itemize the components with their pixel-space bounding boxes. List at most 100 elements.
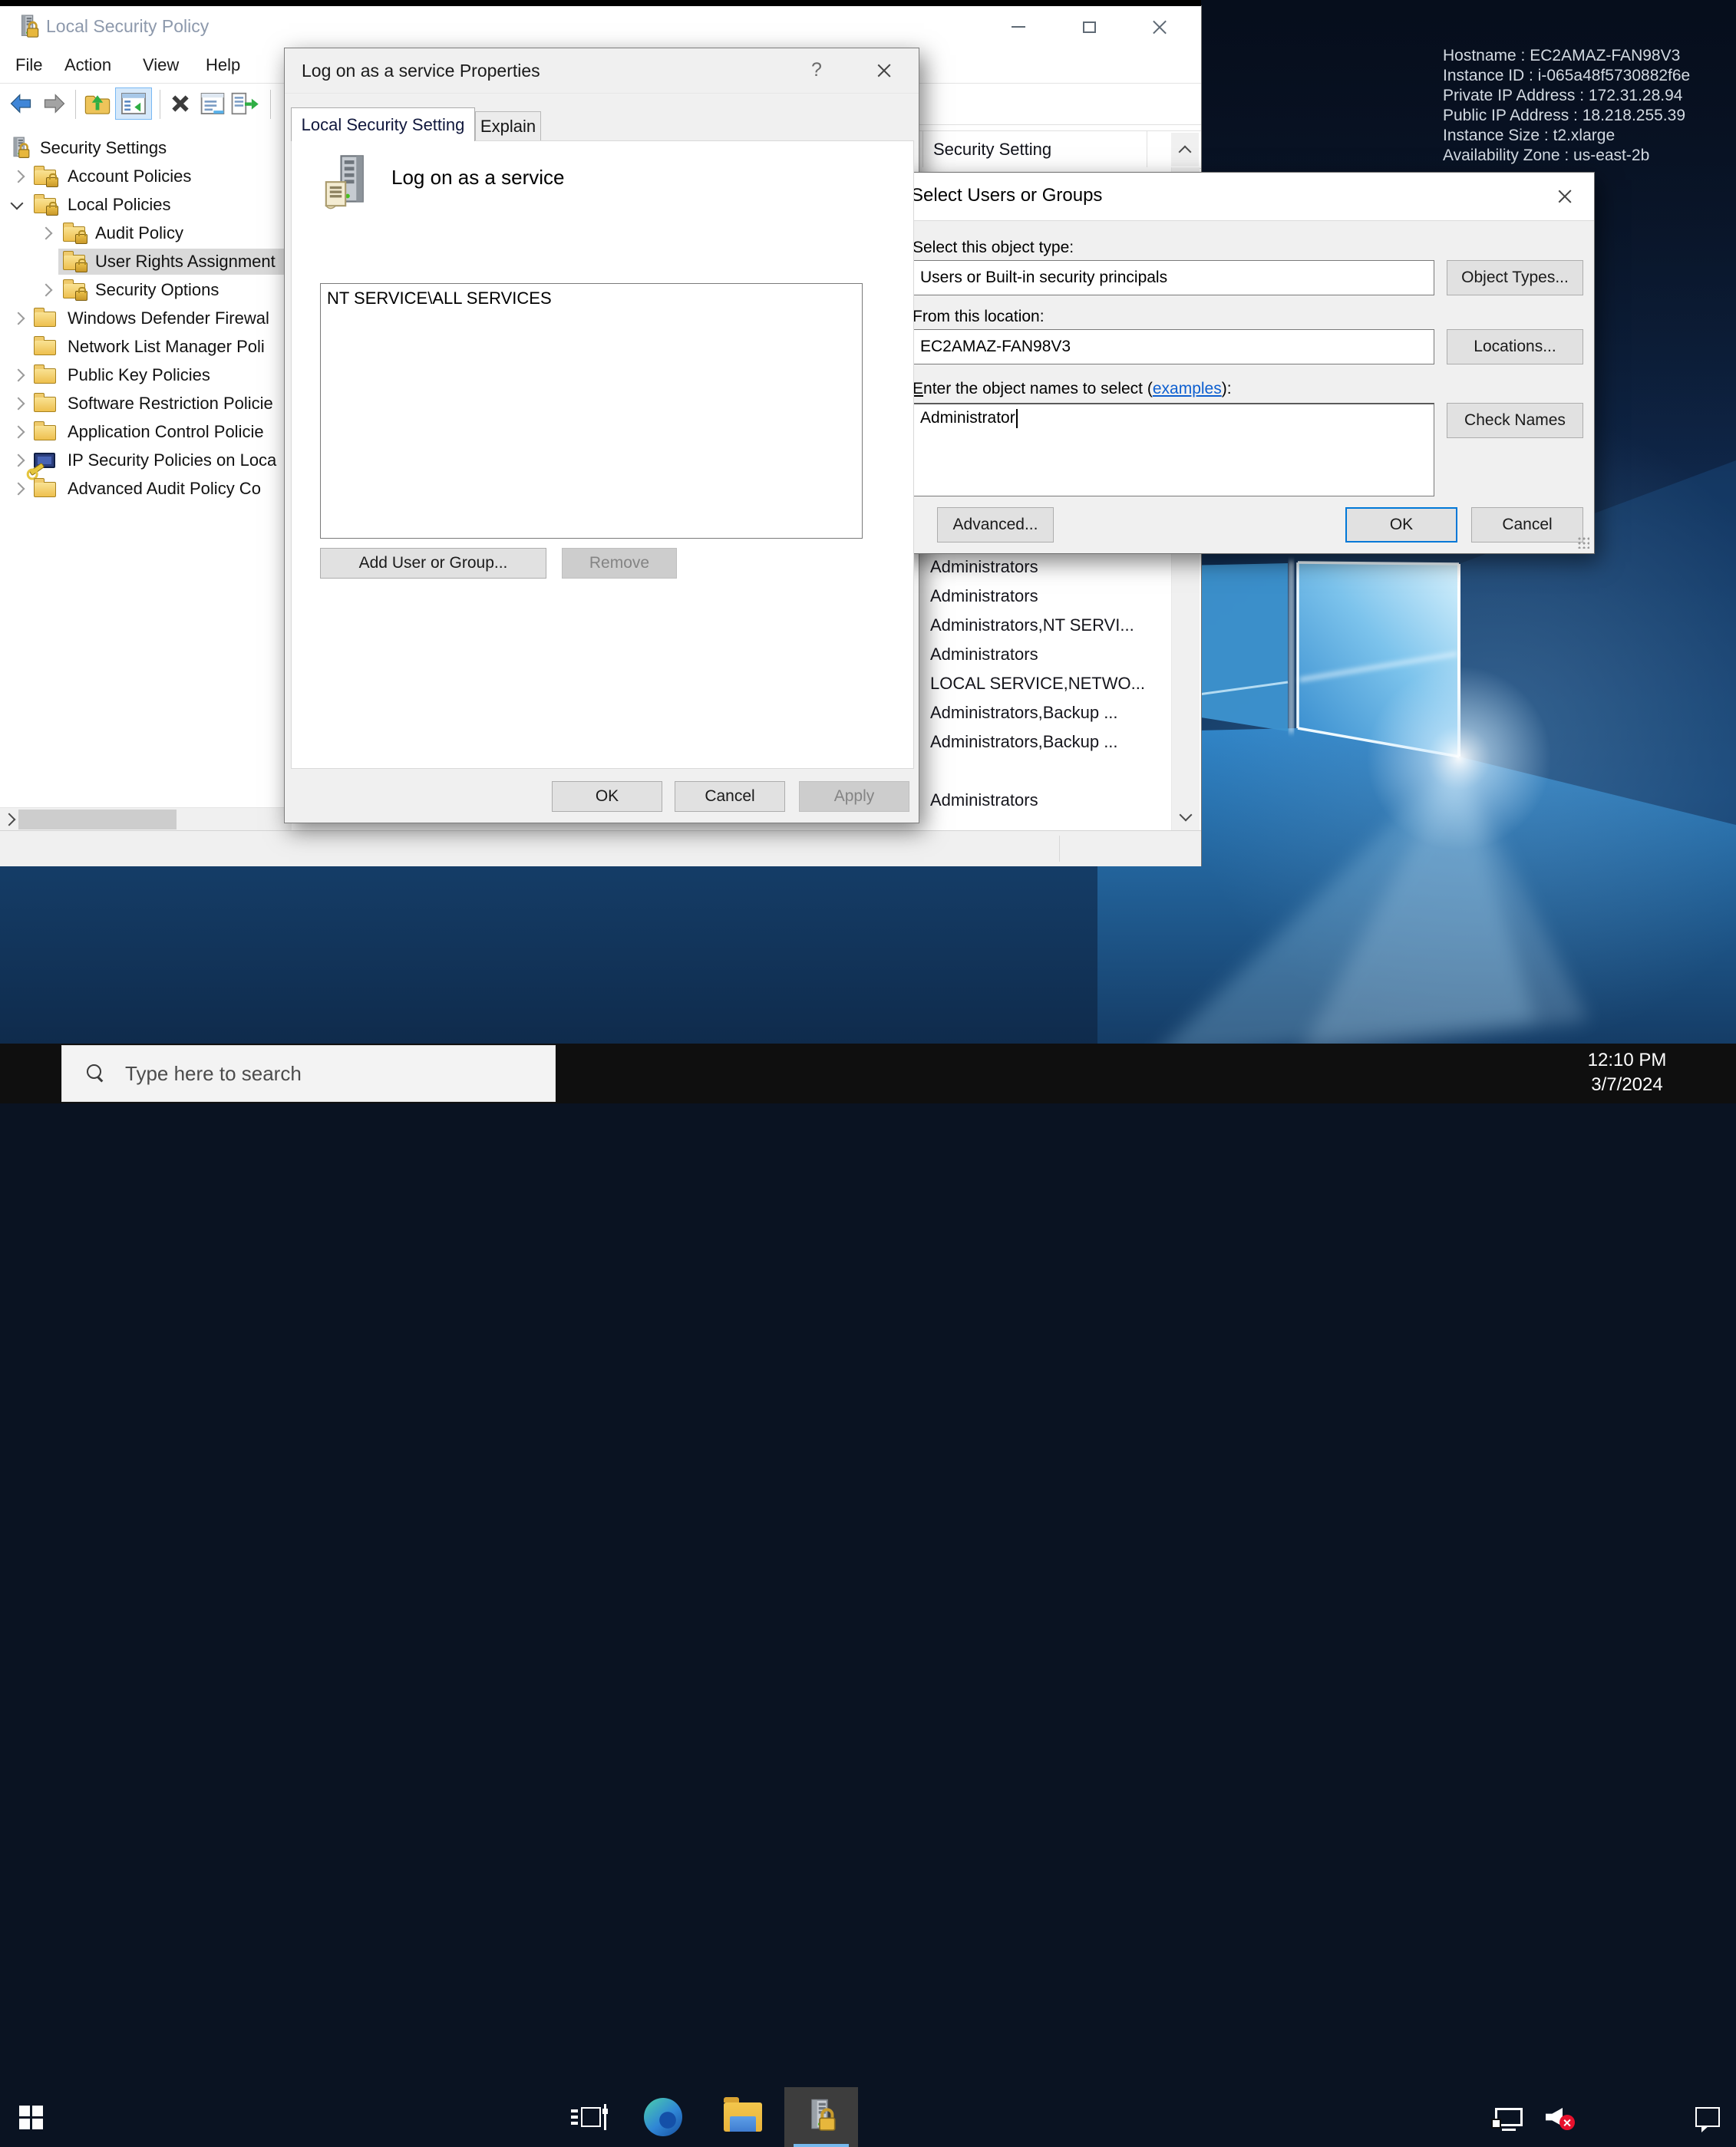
- folder-lock-icon: [63, 283, 85, 298]
- tree-item-software-restriction[interactable]: Software Restriction Policie: [0, 391, 292, 418]
- check-names-button[interactable]: Check Names: [1447, 403, 1583, 438]
- members-listbox[interactable]: NT SERVICE\ALL SERVICES: [320, 283, 863, 539]
- properties-icon: [200, 91, 226, 116]
- locations-button[interactable]: Locations...: [1447, 329, 1583, 364]
- menu-help[interactable]: Help: [201, 48, 245, 83]
- title-bar[interactable]: Local Security Policy: [0, 6, 1201, 48]
- app-icon: [17, 15, 40, 41]
- add-user-or-group-button[interactable]: Add User or Group...: [320, 548, 546, 579]
- list-item[interactable]: LOCAL SERVICE,NETWO...: [930, 674, 1145, 694]
- tab-local-security-setting[interactable]: Local Security Setting: [291, 107, 475, 141]
- start-button[interactable]: [6, 2087, 55, 2147]
- tree-item-security-options[interactable]: Security Options: [0, 277, 292, 305]
- tree-item-network-list-manager[interactable]: Network List Manager Poli: [0, 334, 292, 361]
- list-item[interactable]: Administrators: [930, 645, 1038, 665]
- chevron-right-icon[interactable]: [12, 426, 25, 439]
- object-types-button[interactable]: Object Types...: [1447, 260, 1583, 295]
- tree-horizontal-scrollbar[interactable]: [0, 807, 292, 831]
- maximize-button[interactable]: [1065, 6, 1113, 48]
- ok-button[interactable]: OK: [1345, 507, 1457, 543]
- taskbar-clock[interactable]: 12:10 PM 3/7/2024: [1583, 1048, 1672, 1099]
- advanced-button[interactable]: Advanced...: [937, 507, 1054, 543]
- taskbar-search[interactable]: Type here to search: [61, 1045, 556, 1102]
- task-view-button[interactable]: [562, 2087, 616, 2147]
- scrollbar-thumb[interactable]: [18, 810, 177, 829]
- tree-item-application-control[interactable]: Application Control Policie: [0, 419, 292, 447]
- list-item[interactable]: Administrators: [930, 586, 1038, 606]
- ok-button[interactable]: OK: [552, 781, 662, 812]
- minimize-button[interactable]: [995, 6, 1042, 48]
- tree-item-local-policies[interactable]: Local Policies: [0, 192, 292, 219]
- tree-item-audit-policy[interactable]: Audit Policy: [0, 220, 292, 248]
- menu-view[interactable]: View: [138, 48, 183, 83]
- tree-item-account-policies[interactable]: Account Policies: [0, 163, 292, 191]
- top-edge: [0, 0, 1201, 6]
- close-button[interactable]: [873, 59, 896, 82]
- cancel-button[interactable]: Cancel: [675, 781, 785, 812]
- tree-item-security-settings[interactable]: Security Settings: [0, 135, 292, 163]
- menu-file[interactable]: File: [11, 48, 47, 83]
- chevron-right-icon[interactable]: [12, 397, 25, 411]
- member-item[interactable]: NT SERVICE\ALL SERVICES: [327, 289, 552, 308]
- remove-button[interactable]: Remove: [562, 548, 677, 579]
- action-center-button[interactable]: [1685, 2087, 1730, 2147]
- examples-link[interactable]: examples: [1153, 380, 1222, 397]
- properties-button[interactable]: [198, 90, 227, 117]
- object-type-field[interactable]: Users or Built-in security principals: [913, 260, 1434, 295]
- scroll-down-button[interactable]: [1172, 803, 1200, 830]
- dialog-title-bar[interactable]: Log on as a service Properties ?: [285, 48, 919, 94]
- chevron-down-icon[interactable]: [11, 197, 24, 210]
- tree-item-windows-defender-firewall[interactable]: Windows Defender Firewal: [0, 305, 292, 333]
- instance-info-line: Instance Size : t2.xlarge: [1443, 126, 1690, 146]
- export-list-up-button[interactable]: [83, 90, 112, 117]
- folder-up-icon: [84, 91, 111, 116]
- location-label: From this location:: [913, 308, 1045, 326]
- folder-icon: [34, 368, 56, 384]
- apply-button[interactable]: Apply: [799, 781, 909, 812]
- edge-taskbar-button[interactable]: [637, 2087, 689, 2147]
- action-center-icon: [1695, 2107, 1720, 2127]
- tree-item-public-key-policies[interactable]: Public Key Policies: [0, 362, 292, 390]
- tree-item-advanced-audit-policy[interactable]: Advanced Audit Policy Co: [0, 476, 292, 503]
- column-header-security-setting[interactable]: Security Setting: [933, 140, 1051, 160]
- cancel-button[interactable]: Cancel: [1471, 507, 1583, 543]
- close-button[interactable]: [1136, 6, 1183, 48]
- chevron-right-icon[interactable]: [12, 483, 25, 496]
- export-list-button[interactable]: [230, 90, 259, 117]
- menu-action[interactable]: Action: [60, 48, 116, 83]
- file-explorer-taskbar-button[interactable]: [715, 2087, 771, 2147]
- clock-date: 3/7/2024: [1583, 1073, 1672, 1097]
- chevron-right-icon[interactable]: [12, 170, 25, 183]
- location-field[interactable]: EC2AMAZ-FAN98V3: [913, 329, 1434, 364]
- tree-item-user-rights-assignment[interactable]: User Rights Assignment: [0, 249, 292, 276]
- delete-button[interactable]: [166, 90, 195, 117]
- show-console-tree-button[interactable]: [115, 87, 152, 120]
- instance-info-line: Instance ID : i-065a48f5730882f6e: [1443, 66, 1690, 86]
- list-item[interactable]: Administrators: [930, 557, 1038, 577]
- tab-explain[interactable]: Explain: [475, 111, 541, 140]
- chevron-right-icon[interactable]: [12, 312, 25, 325]
- object-names-label: Enter the object names to select (exampl…: [913, 380, 1232, 398]
- chevron-right-icon[interactable]: [40, 284, 53, 297]
- object-names-textarea[interactable]: Administrator: [913, 403, 1434, 496]
- forward-button[interactable]: [40, 90, 69, 117]
- list-item[interactable]: Administrators,Backup ...: [930, 703, 1118, 723]
- local-security-policy-taskbar-button[interactable]: [784, 2087, 858, 2147]
- close-button[interactable]: [1553, 184, 1577, 209]
- list-item[interactable]: Administrators: [930, 790, 1038, 810]
- resize-grip[interactable]: [1577, 536, 1589, 549]
- chevron-right-icon[interactable]: [40, 227, 53, 240]
- volume-tray-button[interactable]: [1535, 2087, 1581, 2147]
- dialog-title-bar[interactable]: Select Users or Groups: [896, 173, 1594, 221]
- edge-icon: [644, 2098, 682, 2136]
- chevron-right-icon[interactable]: [12, 454, 25, 467]
- back-button[interactable]: [6, 90, 35, 117]
- tree-item-ip-security-policies[interactable]: IP Security Policies on Loca: [0, 447, 292, 475]
- list-item[interactable]: Administrators,Backup ...: [930, 732, 1118, 752]
- list-item[interactable]: Administrators,NT SERVI...: [930, 615, 1134, 635]
- help-button[interactable]: ?: [811, 59, 822, 81]
- chevron-right-icon[interactable]: [12, 369, 25, 382]
- scroll-left-button[interactable]: [0, 808, 18, 831]
- network-tray-button[interactable]: [1486, 2087, 1532, 2147]
- scroll-up-button[interactable]: [1171, 133, 1199, 167]
